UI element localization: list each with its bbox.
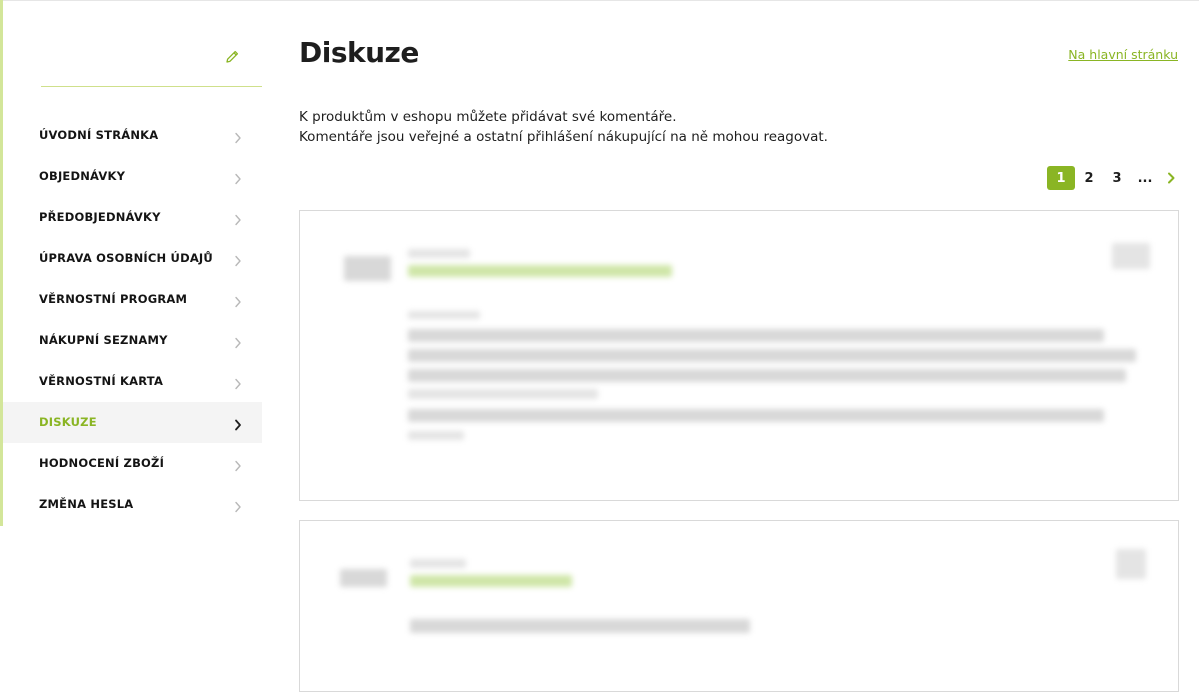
comment-line-blurred bbox=[410, 619, 750, 633]
reply-icon[interactable] bbox=[1112, 243, 1150, 269]
sidebar-item[interactable]: ÚVODNÍ STRÁNKA bbox=[3, 114, 262, 155]
sidebar-item[interactable]: VĚRNOSTNÍ PROGRAM bbox=[3, 278, 262, 319]
reply-icon[interactable] bbox=[1116, 549, 1146, 579]
chevron-right-icon bbox=[234, 293, 242, 308]
sidebar-nav: ÚVODNÍ STRÁNKA OBJEDNÁVKY PŘEDOBJEDNÁVKY ÚP… bbox=[3, 114, 262, 525]
pagination: 1 2 3... bbox=[1047, 166, 1183, 190]
chevron-right-icon bbox=[234, 170, 242, 184]
sidebar-item[interactable]: OBJEDNÁVKY bbox=[3, 155, 262, 196]
home-link[interactable]: Na hlavní stránku bbox=[1068, 47, 1178, 62]
account-sidebar: ÚVODNÍ STRÁNKA OBJEDNÁVKY PŘEDOBJEDNÁVKY ÚP… bbox=[0, 0, 262, 526]
comment-line-blurred bbox=[408, 431, 464, 440]
avatar bbox=[344, 256, 391, 281]
comment-card bbox=[299, 520, 1179, 692]
chevron-right-icon bbox=[234, 252, 242, 267]
comment-line-blurred bbox=[408, 349, 1136, 362]
comment-line-blurred bbox=[408, 369, 1126, 382]
sidebar-item-label: VĚRNOSTNÍ PROGRAM bbox=[39, 291, 188, 306]
pagination-page[interactable]: 1 bbox=[1047, 166, 1075, 190]
sidebar-item-label: ZMĚNA HESLA bbox=[39, 497, 134, 512]
sidebar-item-label: ÚPRAVA OSOBNÍCH ÚDAJŮ bbox=[39, 250, 213, 265]
comment-line-blurred bbox=[408, 409, 1104, 422]
sidebar-header bbox=[41, 30, 262, 87]
intro-line-2: Komentáře jsou veřejné a ostatní přihláš… bbox=[299, 129, 828, 145]
pagination-ellipsis: ... bbox=[1137, 170, 1153, 186]
chevron-right-icon bbox=[234, 416, 242, 431]
sidebar-item[interactable]: HODNOCENÍ ZBOŽÍ bbox=[3, 443, 262, 484]
sidebar-item[interactable]: DISKUZE bbox=[3, 401, 262, 443]
pager-next-icon[interactable] bbox=[1159, 166, 1183, 190]
sidebar-item-label: VĚRNOSTNÍ KARTA bbox=[39, 374, 164, 389]
comment-card bbox=[299, 210, 1179, 501]
sidebar-item-label: DISKUZE bbox=[39, 415, 97, 430]
comment-line-blurred bbox=[408, 389, 598, 399]
chevron-right-icon bbox=[234, 498, 242, 513]
author-name-blurred bbox=[408, 249, 470, 258]
sidebar-item[interactable]: ÚPRAVA OSOBNÍCH ÚDAJŮ bbox=[3, 237, 262, 278]
author-name-blurred bbox=[410, 559, 466, 568]
product-link-blurred[interactable] bbox=[410, 575, 572, 587]
chevron-right-icon bbox=[234, 375, 242, 390]
chevron-right-icon bbox=[234, 129, 242, 143]
sidebar-item[interactable]: PŘEDOBJEDNÁVKY bbox=[3, 196, 262, 237]
pagination-pages: 1 2 3... bbox=[1047, 166, 1159, 190]
product-link-blurred[interactable] bbox=[408, 265, 672, 277]
comment-line-blurred bbox=[408, 329, 1104, 342]
sidebar-item[interactable]: ZMĚNA HESLA bbox=[3, 484, 262, 525]
sidebar-item-label: OBJEDNÁVKY bbox=[39, 168, 126, 183]
pencil-icon[interactable] bbox=[223, 48, 241, 66]
chevron-right-icon bbox=[234, 334, 242, 349]
sidebar-item[interactable]: VĚRNOSTNÍ KARTA bbox=[3, 361, 262, 402]
sidebar-item[interactable]: NÁKUPNÍ SEZNAMY bbox=[3, 319, 262, 360]
chevron-right-icon bbox=[234, 211, 242, 225]
intro-line-1: K produktům v eshopu můžete přidávat své… bbox=[299, 109, 677, 125]
sidebar-item-label: ÚVODNÍ STRÁNKA bbox=[39, 127, 159, 142]
pagination-page[interactable]: 3 bbox=[1103, 166, 1131, 190]
pagination-page[interactable]: 2 bbox=[1075, 166, 1103, 190]
sidebar-item-label: PŘEDOBJEDNÁVKY bbox=[39, 209, 161, 224]
intro-text: K produktům v eshopu můžete přidávat své… bbox=[299, 107, 828, 147]
sidebar-item-label: HODNOCENÍ ZBOŽÍ bbox=[39, 456, 165, 471]
comment-date-blurred bbox=[408, 311, 480, 319]
page-title: Diskuze bbox=[299, 36, 419, 69]
sidebar-item-label: NÁKUPNÍ SEZNAMY bbox=[39, 333, 168, 348]
avatar bbox=[340, 569, 387, 587]
chevron-right-icon bbox=[234, 457, 242, 472]
